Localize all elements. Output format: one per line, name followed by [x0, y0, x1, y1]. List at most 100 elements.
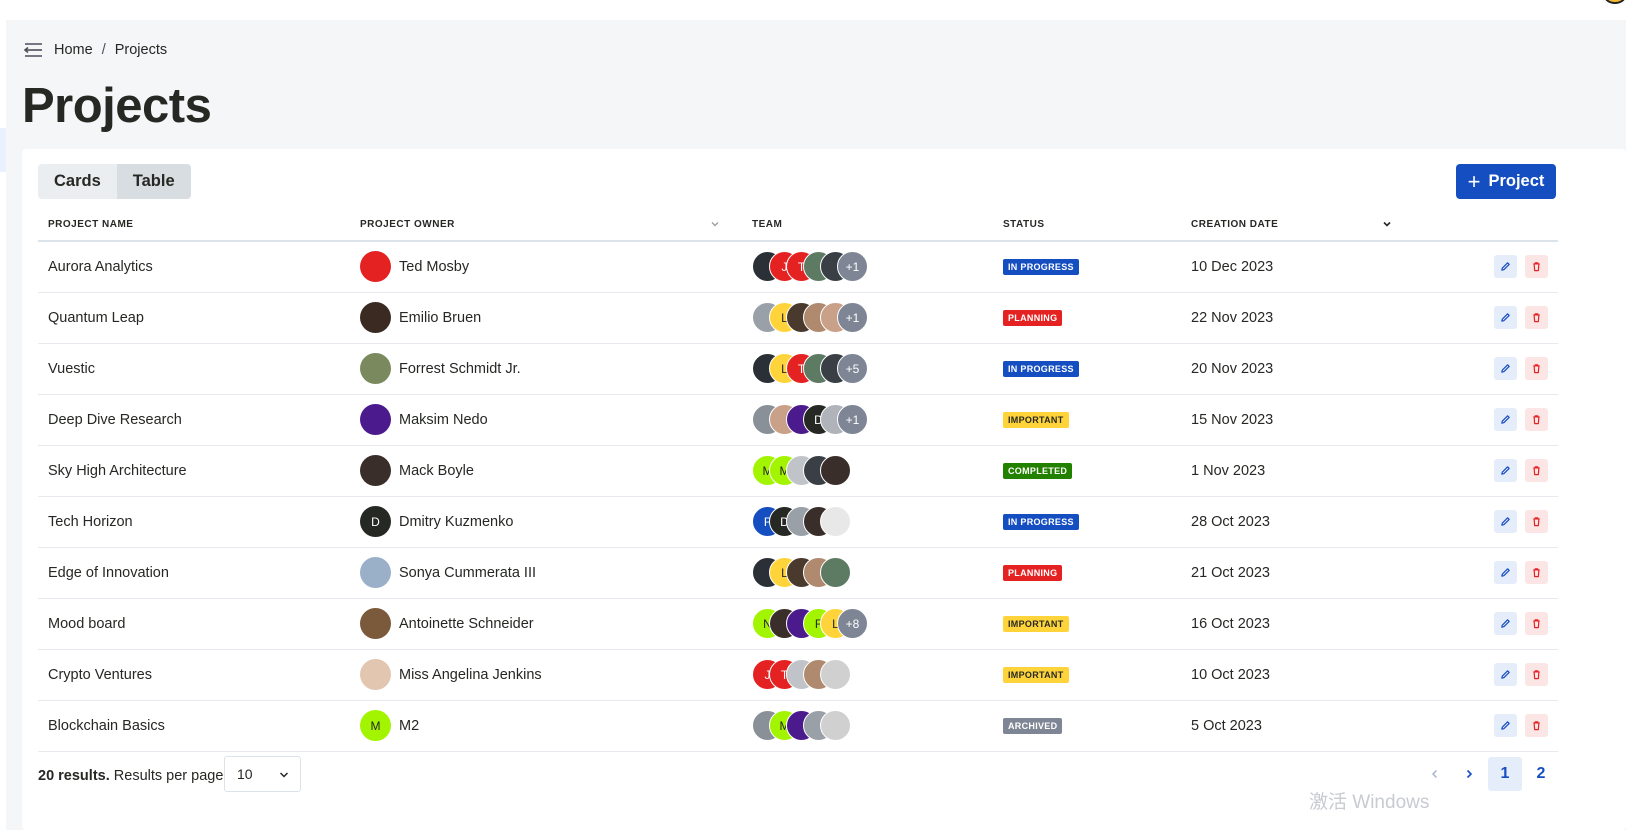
edit-project-button[interactable]: [1494, 306, 1517, 329]
owner-avatar: M: [360, 710, 391, 741]
page-2-button[interactable]: 2: [1524, 757, 1558, 791]
status-badge: IN PROGRESS: [1003, 514, 1079, 530]
team-avatar-stack[interactable]: D +1: [752, 404, 993, 435]
edit-project-button[interactable]: [1494, 357, 1517, 380]
prev-page-button[interactable]: [1418, 757, 1452, 791]
team-cell: D +1: [742, 394, 993, 446]
team-avatar-stack[interactable]: FD: [752, 506, 993, 537]
actions-cell: [1401, 241, 1558, 293]
status-cell: IMPORTANT: [993, 649, 1181, 701]
header-project-owner[interactable]: PROJECT OWNER: [350, 209, 742, 242]
header-team[interactable]: TEAM: [742, 209, 993, 242]
creation-date-cell: 10 Dec 2023: [1181, 241, 1401, 293]
team-avatar-stack[interactable]: MM: [752, 455, 993, 486]
delete-project-button[interactable]: [1525, 459, 1548, 482]
team-more-count: +8: [837, 608, 868, 639]
next-page-button[interactable]: [1452, 757, 1486, 791]
team-cell: N F L +8: [742, 598, 993, 650]
plus-icon: +: [1467, 168, 1481, 194]
owner-avatar: [360, 353, 391, 384]
creation-date-cell: 15 Nov 2023: [1181, 394, 1401, 446]
project-name-cell: Edge of Innovation: [38, 547, 350, 599]
team-cell: L +1: [742, 292, 993, 344]
add-project-label: Project: [1488, 172, 1545, 190]
table-row: Tech Horizon D Dmitry Kuzmenko F D IN PROGRES…: [38, 496, 1558, 548]
team-avatar-stack[interactable]: L +1: [752, 302, 993, 333]
pencil-icon: [1501, 466, 1510, 475]
menu-collapse-icon[interactable]: [22, 40, 44, 60]
edit-project-button[interactable]: [1494, 459, 1517, 482]
project-owner-cell: Mack Boyle: [350, 445, 742, 497]
header-status[interactable]: STATUS: [993, 209, 1181, 242]
project-owner-cell: Sonya Cummerata III: [350, 547, 742, 599]
pencil-icon: [1501, 415, 1510, 424]
delete-project-button[interactable]: [1525, 255, 1548, 279]
add-project-button[interactable]: + Project: [1456, 164, 1556, 199]
project-name-cell: Tech Horizon: [38, 496, 350, 548]
per-page-select[interactable]: 10: [224, 756, 301, 792]
trash-icon: [1533, 619, 1540, 629]
creation-date-cell: 28 Oct 2023: [1181, 496, 1401, 548]
project-name-cell: Sky High Architecture: [38, 445, 350, 497]
chevron-down-icon[interactable]: [1382, 219, 1392, 229]
team-avatar-stack[interactable]: J T +1: [752, 251, 993, 283]
delete-project-button[interactable]: [1525, 714, 1548, 737]
edit-project-button[interactable]: [1494, 612, 1517, 635]
edit-project-button[interactable]: [1494, 663, 1517, 686]
owner-name: Dmitry Kuzmenko: [399, 513, 514, 530]
breadcrumb-separator: /: [101, 42, 106, 58]
edit-project-button[interactable]: [1494, 510, 1517, 533]
status-cell: COMPLETED: [993, 445, 1181, 497]
delete-project-button[interactable]: [1525, 357, 1548, 380]
team-avatar-stack[interactable]: L T +5: [752, 353, 993, 384]
owner-name: M2: [399, 717, 420, 734]
table-row: Deep Dive Research Maksim Nedo D +1 IMPORTAN…: [38, 394, 1558, 446]
edit-project-button[interactable]: [1494, 714, 1517, 737]
edit-project-button[interactable]: [1494, 255, 1517, 279]
pencil-icon: [1501, 670, 1510, 679]
delete-project-button[interactable]: [1525, 561, 1548, 584]
delete-project-button[interactable]: [1525, 663, 1548, 686]
page-title: Projects: [22, 79, 212, 133]
edit-project-button[interactable]: [1494, 408, 1517, 431]
team-cell: L: [742, 547, 993, 599]
project-owner-cell: D Dmitry Kuzmenko: [350, 496, 742, 548]
status-badge: IN PROGRESS: [1003, 361, 1079, 377]
header-creation-date[interactable]: CREATION DATE: [1181, 209, 1401, 242]
team-avatar-stack[interactable]: N F L +8: [752, 608, 993, 639]
breadcrumb: Home / Projects: [22, 38, 167, 62]
team-avatar-stack[interactable]: JT: [752, 659, 993, 690]
projects-table: PROJECT NAME PROJECT OWNER TEAM STATUS C…: [38, 209, 1558, 752]
breadcrumb-home-link[interactable]: Home: [54, 42, 93, 58]
status-cell: PLANNING: [993, 547, 1181, 599]
team-more-count: +5: [837, 353, 868, 384]
user-avatar[interactable]: [1604, 0, 1626, 4]
view-cards-button[interactable]: Cards: [38, 164, 117, 199]
delete-project-button[interactable]: [1525, 510, 1548, 533]
owner-avatar: [360, 608, 391, 639]
chevron-down-icon: [279, 772, 289, 778]
status-cell: IN PROGRESS: [993, 496, 1181, 548]
trash-icon: [1533, 415, 1540, 425]
team-avatar-stack[interactable]: L: [752, 557, 993, 588]
project-name-cell: Blockchain Basics: [38, 700, 350, 752]
delete-project-button[interactable]: [1525, 612, 1548, 635]
chevron-down-icon[interactable]: [710, 219, 720, 229]
owner-avatar: [360, 251, 391, 283]
project-owner-cell: Ted Mosby: [350, 241, 742, 293]
status-badge: PLANNING: [1003, 565, 1063, 581]
header-project-name[interactable]: PROJECT NAME: [38, 209, 350, 242]
table-row: Quantum Leap Emilio Bruen L +1 PLANNING 22 No…: [38, 292, 1558, 344]
view-table-button[interactable]: Table: [116, 164, 191, 199]
header-actions: [1401, 209, 1558, 242]
actions-cell: [1401, 547, 1558, 599]
status-cell: IN PROGRESS: [993, 343, 1181, 395]
delete-project-button[interactable]: [1525, 408, 1548, 431]
page-1-button[interactable]: 1: [1488, 757, 1522, 791]
team-avatar-stack[interactable]: M: [752, 710, 993, 741]
edit-project-button[interactable]: [1494, 561, 1517, 584]
trash-icon: [1533, 517, 1540, 527]
table-row: Vuestic Forrest Schmidt Jr. L T +5 IN PROGRES…: [38, 343, 1558, 395]
per-page-value: 10: [237, 766, 253, 782]
delete-project-button[interactable]: [1525, 306, 1548, 329]
